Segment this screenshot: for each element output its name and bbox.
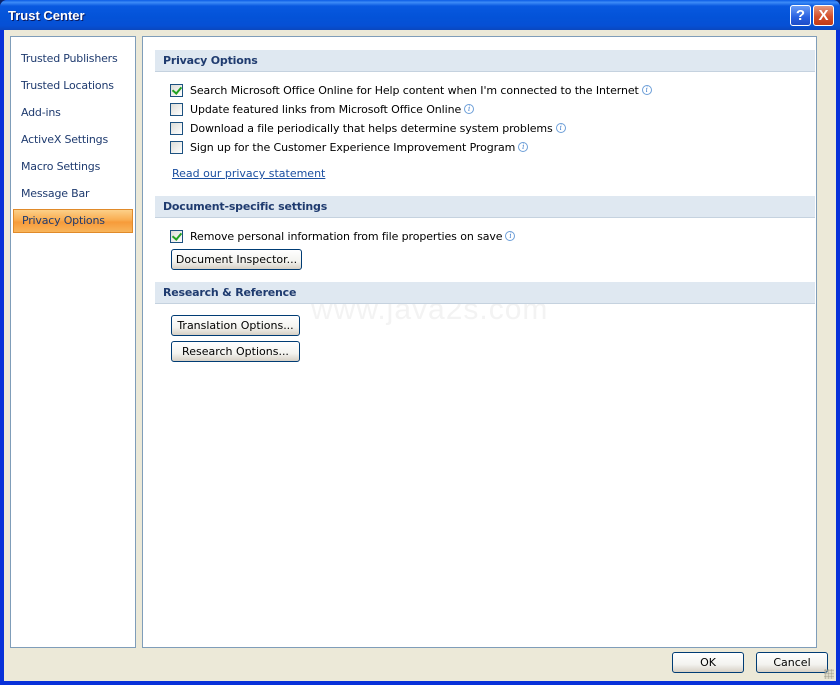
- resize-grip[interactable]: [824, 669, 834, 679]
- ok-button[interactable]: OK: [672, 652, 744, 673]
- privacy-statement-link[interactable]: Read our privacy statement: [172, 167, 325, 180]
- sidebar-item-privacy-options[interactable]: Privacy Options: [13, 209, 133, 233]
- settings-panel: www.java2s.com Privacy Options Search Mi…: [142, 36, 817, 648]
- info-icon[interactable]: i: [555, 123, 566, 133]
- checkbox-row-update-featured-links[interactable]: Update featured links from Microsoft Off…: [170, 101, 475, 117]
- sidebar-item-activex-settings[interactable]: ActiveX Settings: [13, 128, 133, 152]
- help-icon: ?: [795, 7, 806, 24]
- help-button[interactable]: ?: [790, 5, 811, 26]
- checkbox-label: Download a file periodically that helps …: [190, 121, 553, 135]
- ceip-checkbox[interactable]: [170, 140, 183, 154]
- sidebar-item-add-ins[interactable]: Add-ins: [13, 101, 133, 125]
- checkbox-row-download-diagnostics[interactable]: Download a file periodically that helps …: [170, 120, 566, 136]
- sidebar-item-message-bar[interactable]: Message Bar: [13, 182, 133, 206]
- checkbox-label: Remove personal information from file pr…: [190, 229, 503, 243]
- search-online-help-checkbox[interactable]: [170, 83, 183, 97]
- cancel-button[interactable]: Cancel: [756, 652, 828, 673]
- remove-personal-info-checkbox[interactable]: [170, 229, 183, 243]
- download-diagnostics-checkbox[interactable]: [170, 121, 183, 135]
- document-inspector-button[interactable]: Document Inspector...: [171, 249, 302, 270]
- info-icon[interactable]: i: [518, 142, 529, 152]
- category-sidebar: Trusted Publishers Trusted Locations Add…: [10, 36, 136, 648]
- sidebar-item-macro-settings[interactable]: Macro Settings: [13, 155, 133, 179]
- research-options-button[interactable]: Research Options...: [171, 341, 300, 362]
- window-title: Trust Center: [8, 8, 85, 23]
- close-icon: X: [818, 7, 829, 24]
- title-bar[interactable]: Trust Center ? X: [0, 0, 840, 30]
- section-header-research-reference: Research & Reference: [155, 282, 815, 304]
- dialog-body: Trusted Publishers Trusted Locations Add…: [4, 30, 836, 681]
- translation-options-button[interactable]: Translation Options...: [171, 315, 300, 336]
- checkbox-row-ceip[interactable]: Sign up for the Customer Experience Impr…: [170, 139, 529, 155]
- checkbox-row-search-online-help[interactable]: Search Microsoft Office Online for Help …: [170, 82, 652, 98]
- trust-center-dialog: Trust Center ? X Trusted Publishers Trus…: [0, 0, 840, 685]
- section-header-document-settings: Document-specific settings: [155, 196, 815, 218]
- checkbox-label: Update featured links from Microsoft Off…: [190, 102, 462, 116]
- info-icon[interactable]: i: [505, 231, 516, 241]
- checkbox-label: Sign up for the Customer Experience Impr…: [190, 140, 516, 154]
- sidebar-item-trusted-locations[interactable]: Trusted Locations: [13, 74, 133, 98]
- section-header-privacy-options: Privacy Options: [155, 50, 815, 72]
- info-icon[interactable]: i: [641, 85, 652, 95]
- update-featured-links-checkbox[interactable]: [170, 102, 183, 116]
- sidebar-item-trusted-publishers[interactable]: Trusted Publishers: [13, 47, 133, 71]
- close-button[interactable]: X: [813, 5, 834, 26]
- checkbox-row-remove-personal-info[interactable]: Remove personal information from file pr…: [170, 228, 516, 244]
- checkbox-label: Search Microsoft Office Online for Help …: [190, 83, 639, 97]
- info-icon[interactable]: i: [464, 104, 475, 114]
